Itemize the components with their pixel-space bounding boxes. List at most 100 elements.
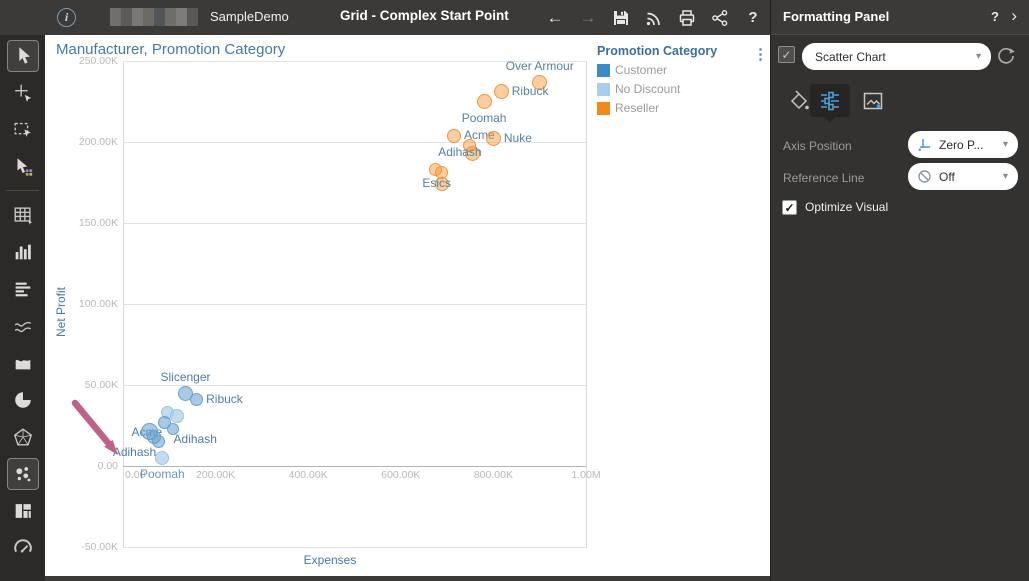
x-tick-label: 1.00M [571, 469, 601, 481]
pie-chart-item-icon [7, 384, 39, 416]
data-point-customer[interactable] [190, 393, 204, 407]
reset-icon[interactable] [997, 47, 1015, 65]
export-tab-image-icon[interactable] [853, 84, 893, 117]
gauge-item[interactable] [0, 529, 45, 566]
redacted-block [110, 8, 121, 26]
marquee-select-tool[interactable] [0, 111, 45, 148]
back-icon[interactable]: ← [545, 9, 565, 26]
data-point-label: Adihash [438, 145, 482, 160]
line-chart-item[interactable] [0, 307, 45, 344]
legend-menu-icon[interactable]: ⋮ [753, 45, 768, 63]
scatter-chart-item[interactable] [0, 455, 45, 492]
gridline [123, 223, 586, 224]
bar-chart-item-icon [7, 236, 39, 268]
radar-chart-item-icon [7, 421, 39, 453]
pointer-tool-icon [6, 39, 39, 72]
scatter-plot: 250.00K 200.00K 150.00K 100.00K 50.00K 0.00 -5… [45, 35, 770, 576]
data-point-reseller[interactable] [485, 131, 501, 147]
data-point-label: Over Armour [505, 58, 574, 73]
data-point-label: Adihash [173, 431, 217, 446]
redacted-block [132, 8, 143, 26]
chart-type-value: Scatter Chart [815, 49, 886, 64]
pie-chart-item[interactable] [0, 381, 45, 418]
data-point-reseller[interactable] [447, 128, 462, 143]
hbar-chart-item[interactable] [0, 270, 45, 307]
topbar-actions: ← → ? × [545, 0, 796, 35]
radar-chart-item[interactable] [0, 418, 45, 455]
axis-position-dropdown[interactable]: Zero P... ▾ [908, 131, 1018, 158]
x-tick-label: 200.00K [196, 469, 236, 481]
dashboard-title: Grid - Complex Start Point [340, 8, 509, 23]
add-item-tool[interactable] [0, 74, 45, 111]
chart-type-checkbox[interactable]: ✓ [778, 46, 795, 63]
y-tick-label: 200.00K [78, 136, 118, 148]
data-point-reseller[interactable] [476, 94, 492, 109]
data-source-icon[interactable] [644, 8, 664, 27]
pointer-tool[interactable] [0, 37, 45, 74]
data-point-no-discount[interactable] [170, 408, 185, 423]
reference-line-label: Reference Line [783, 171, 865, 185]
legend-swatch [597, 63, 610, 77]
panel-help-icon[interactable]: ? [991, 9, 999, 24]
data-point-reseller[interactable] [493, 84, 509, 100]
chart-type-dropdown[interactable]: Scatter Chart ▾ [802, 43, 991, 70]
multi-select-tool[interactable] [0, 148, 45, 185]
y-tick-label: 50.00K [84, 379, 118, 391]
y-tick-label: 150.00K [78, 217, 118, 229]
redacted-block [154, 8, 165, 26]
info-icon[interactable]: i [57, 8, 76, 27]
axis-position-label: Axis Position [783, 139, 852, 153]
workspace-name: SampleDemo [210, 9, 289, 24]
zero-point-axis-icon [918, 139, 930, 151]
reference-line-value: Off [939, 169, 955, 184]
app-window: i SampleDemo Grid - Complex Start Point … [0, 0, 1029, 581]
area-chart-item-icon [7, 347, 39, 379]
options-tab-sliders-icon[interactable] [810, 84, 850, 123]
redacted-block [187, 8, 198, 26]
legend-item: No Discount [597, 82, 772, 96]
area-chart-item[interactable] [0, 344, 45, 381]
forward-icon[interactable]: → [578, 9, 598, 26]
chevron-down-icon: ▾ [1002, 139, 1008, 150]
hbar-chart-item-icon [7, 273, 39, 305]
x-tick-label: 600.00K [381, 469, 421, 481]
optimize-visual-checkbox[interactable]: ✓ [782, 200, 797, 215]
data-point-label: Ribuck [511, 83, 549, 98]
legend-label: Reseller [615, 101, 660, 115]
gridline [123, 385, 586, 386]
scatter-chart-item-icon [6, 457, 39, 490]
dashboard-item-area: Manufacturer, Promotion Category 250.00K… [45, 35, 770, 576]
topbar: i SampleDemo Grid - Complex Start Point … [0, 0, 792, 35]
data-point-no-discount[interactable] [155, 450, 170, 465]
redacted-block [165, 8, 176, 26]
legend-item: Reseller [597, 101, 772, 115]
panel-collapse-icon[interactable]: › [1011, 6, 1017, 26]
sidebar-divider [6, 190, 39, 191]
add-item-tool-icon [7, 77, 39, 109]
formatting-panel: Formatting Panel ? › ✓ Scatter Chart ▾ A… [770, 0, 1029, 581]
marquee-select-tool-icon [7, 114, 39, 146]
print-icon[interactable] [677, 8, 697, 27]
chevron-down-icon: ▾ [1002, 171, 1008, 182]
reference-line-dropdown[interactable]: Off ▾ [908, 163, 1018, 190]
data-point-label: Poomah [461, 111, 507, 125]
formatting-panel-title: Formatting Panel [783, 9, 890, 24]
gridline [123, 547, 586, 548]
y-tick-label: -50.00K [81, 541, 118, 553]
bar-chart-item[interactable] [0, 233, 45, 270]
treemap-item-icon [7, 495, 39, 527]
share-icon[interactable] [710, 8, 730, 27]
item-toolbox-sidebar [0, 35, 45, 581]
save-icon[interactable] [611, 8, 631, 27]
data-point-label: Poomah [139, 466, 185, 481]
y-tick-label: 250.00K [78, 55, 118, 67]
chevron-down-icon: ▾ [975, 51, 981, 62]
data-point-label: Ribuck [206, 391, 243, 406]
formatting-panel-header: Formatting Panel ? › [771, 0, 1029, 35]
help-icon[interactable]: ? [743, 10, 763, 25]
grid-item[interactable] [0, 196, 45, 233]
data-point-label: Esics [422, 176, 451, 191]
redacted-block [176, 8, 187, 26]
legend-items: Customer No Discount Reseller [597, 63, 772, 115]
treemap-item[interactable] [0, 492, 45, 529]
